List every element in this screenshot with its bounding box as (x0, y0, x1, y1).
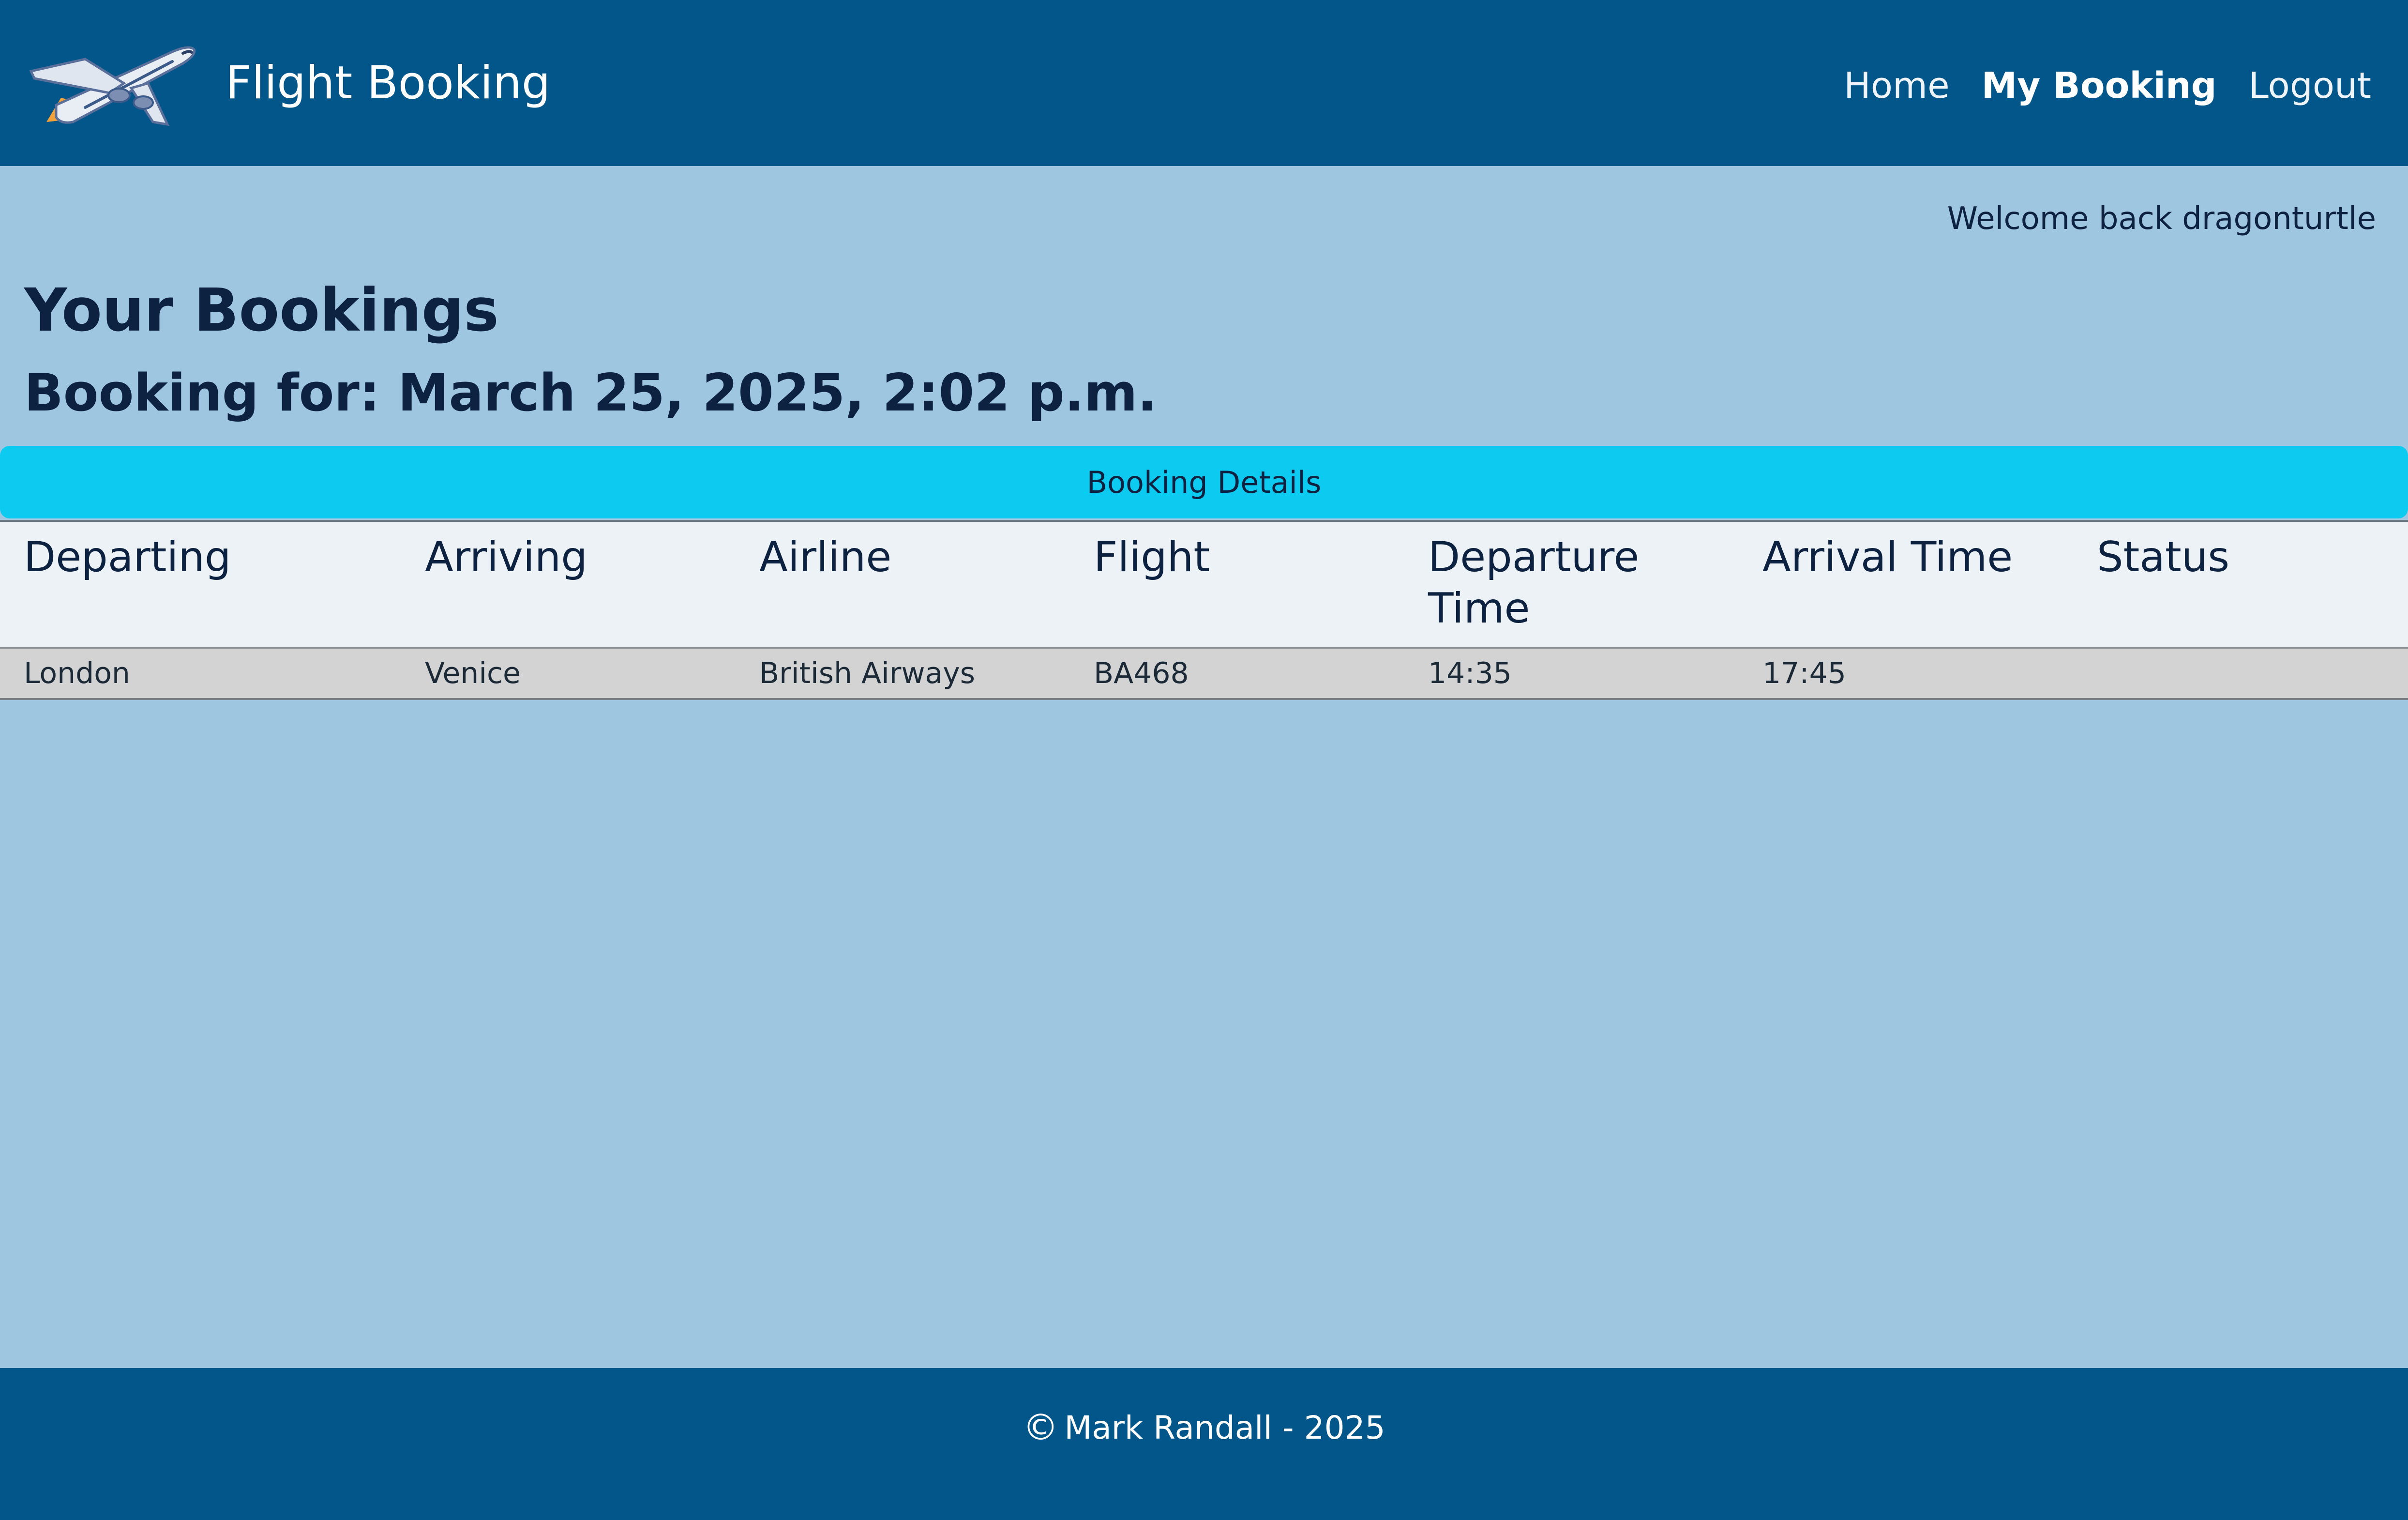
cell-arriving: Venice (401, 648, 736, 700)
copyright-icon: © (1023, 1407, 1059, 1448)
table-header-row: Departing Arriving Airline Flight Depart… (0, 520, 2408, 649)
column-header-departing: Departing (0, 520, 401, 649)
column-header-flight: Flight (1070, 520, 1404, 649)
brand-name: Flight Booking (226, 57, 551, 109)
booking-details-label: Booking Details (1086, 464, 1322, 500)
cell-flight: BA468 (1070, 648, 1404, 700)
column-header-status: Status (2073, 520, 2408, 649)
cell-departing: London (0, 648, 401, 700)
nav-my-booking-link[interactable]: My Booking (1982, 65, 2217, 106)
cell-departure-time: 14:35 (1404, 648, 1739, 700)
cell-arrival-time: 17:45 (1739, 648, 2073, 700)
table-row: London Venice British Airways BA468 14:3… (0, 648, 2408, 700)
brand-link[interactable]: Flight Booking (27, 25, 551, 141)
nav-home-link[interactable]: Home (1844, 65, 1950, 106)
footer: © Mark Randall - 2025 (0, 1368, 2408, 1520)
booking-date-heading: Booking for: March 25, 2025, 2:02 p.m. (24, 363, 1157, 423)
cell-airline: British Airways (736, 648, 1070, 700)
page-title: Your Bookings (24, 276, 499, 345)
column-header-arrival-time: Arrival Time (1739, 520, 2073, 649)
airplane-icon (29, 46, 196, 126)
welcome-message: Welcome back dragonturtle (1947, 201, 2376, 237)
footer-text: Mark Randall - 2025 (1064, 1409, 1385, 1446)
column-header-arriving: Arriving (401, 520, 736, 649)
nav-logout-link[interactable]: Logout (2249, 65, 2371, 106)
cell-status (2073, 648, 2408, 700)
footer-copyright: © Mark Randall - 2025 (1023, 1407, 1385, 1448)
main-nav: Home My Booking Logout (1844, 65, 2371, 106)
column-header-airline: Airline (736, 520, 1070, 649)
booking-details-header: Booking Details (0, 446, 2408, 518)
column-header-departure-time: Departure Time (1404, 520, 1739, 649)
navbar: Flight Booking Home My Booking Logout (0, 0, 2408, 166)
bookings-table: Departing Arriving Airline Flight Depart… (0, 520, 2408, 700)
